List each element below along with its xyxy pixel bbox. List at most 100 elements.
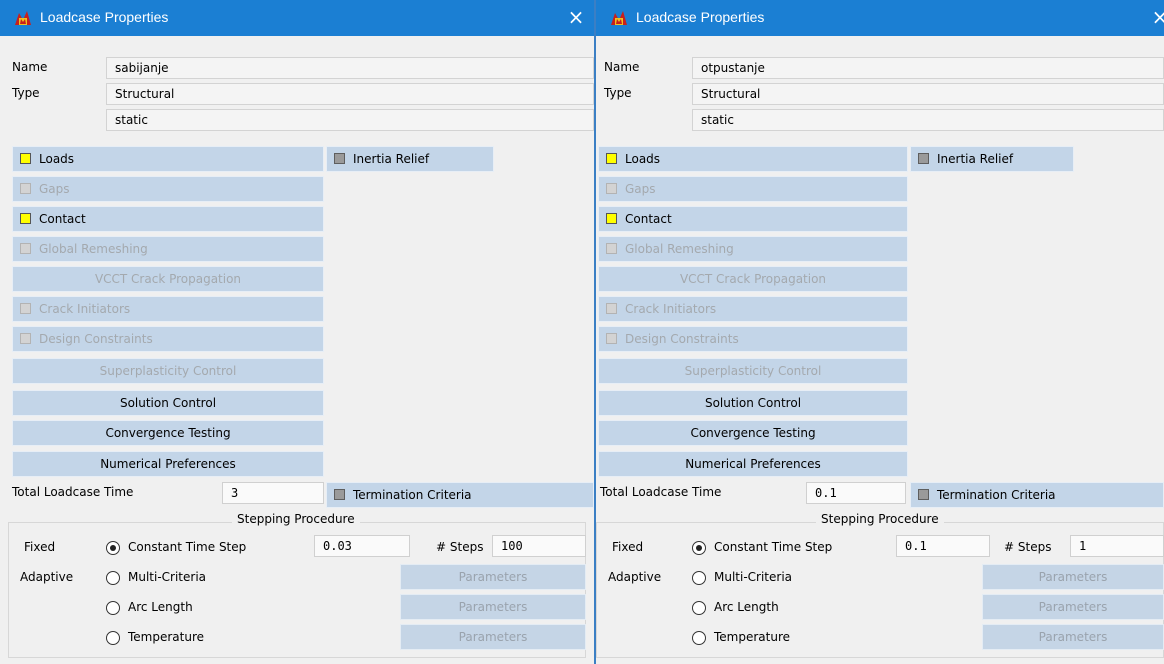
termination-criteria-label: Termination Criteria: [937, 488, 1056, 502]
inertia-relief-checkbox-icon: [334, 153, 345, 164]
vcct-crack-propagation-button[interactable]: VCCT Crack Propagation: [12, 266, 324, 292]
stepping-procedure-title: Stepping Procedure: [232, 512, 360, 526]
dialog-title: Loadcase Properties: [40, 9, 169, 25]
time-step-input[interactable]: 0.1: [896, 535, 990, 557]
total-loadcase-time-label: Total Loadcase Time: [600, 485, 722, 499]
name-field[interactable]: otpustanje: [692, 57, 1164, 79]
crack-initiators-label: Crack Initiators: [625, 302, 717, 316]
total-loadcase-time-input[interactable]: 0.1: [806, 482, 906, 504]
global-remeshing-checkbox-icon: [20, 243, 31, 254]
adaptive-label: Adaptive: [20, 570, 74, 584]
contact-checkbox-icon: [606, 213, 617, 224]
termination-criteria-checkbox-icon: [918, 489, 929, 500]
inertia-relief-label: Inertia Relief: [353, 152, 430, 166]
steps-label: # Steps: [436, 540, 484, 554]
inertia-relief-checkbox-icon: [918, 153, 929, 164]
multi-criteria-parameters-button[interactable]: Parameters: [400, 564, 586, 590]
global-remeshing-button[interactable]: Global Remeshing: [12, 236, 324, 262]
contact-checkbox-icon: [20, 213, 31, 224]
inertia-relief-button[interactable]: Inertia Relief: [326, 146, 494, 172]
contact-label: Contact: [625, 212, 672, 226]
design-constraints-label: Design Constraints: [625, 332, 739, 346]
contact-button[interactable]: Contact: [598, 206, 908, 232]
loadcase-properties-dialog-right: Loadcase Properties × Name otpustanje Ty…: [596, 0, 1164, 664]
design-constraints-button[interactable]: Design Constraints: [598, 326, 908, 352]
crack-initiators-checkbox-icon: [606, 303, 617, 314]
radio-icon: [692, 601, 706, 615]
vcct-crack-propagation-button[interactable]: VCCT Crack Propagation: [598, 266, 908, 292]
design-constraints-button[interactable]: Design Constraints: [12, 326, 324, 352]
convergence-testing-button[interactable]: Convergence Testing: [12, 420, 324, 446]
temperature-parameters-button[interactable]: Parameters: [400, 624, 586, 650]
inertia-relief-button[interactable]: Inertia Relief: [910, 146, 1074, 172]
fixed-label: Fixed: [24, 540, 56, 554]
gaps-label: Gaps: [39, 182, 70, 196]
contact-label: Contact: [39, 212, 86, 226]
gaps-checkbox-icon: [606, 183, 617, 194]
type-field[interactable]: Structural: [106, 83, 594, 105]
numerical-preferences-button[interactable]: Numerical Preferences: [12, 451, 324, 477]
global-remeshing-button[interactable]: Global Remeshing: [598, 236, 908, 262]
global-remeshing-label: Global Remeshing: [39, 242, 148, 256]
steps-input[interactable]: 100: [492, 535, 586, 557]
loads-label: Loads: [39, 152, 75, 166]
crack-initiators-checkbox-icon: [20, 303, 31, 314]
total-loadcase-time-input[interactable]: 3: [222, 482, 324, 504]
solution-control-button[interactable]: Solution Control: [12, 390, 324, 416]
solution-control-button[interactable]: Solution Control: [598, 390, 908, 416]
design-constraints-checkbox-icon: [606, 333, 617, 344]
radio-icon: [106, 631, 120, 645]
adaptive-label: Adaptive: [608, 570, 662, 584]
type-label: Type: [12, 86, 40, 100]
subtype-field[interactable]: static: [692, 109, 1164, 131]
radio-icon: [692, 571, 706, 585]
subtype-field[interactable]: static: [106, 109, 594, 131]
termination-criteria-button[interactable]: Termination Criteria: [910, 482, 1164, 508]
arc-length-parameters-button[interactable]: Parameters: [400, 594, 586, 620]
superplasticity-control-button[interactable]: Superplasticity Control: [12, 358, 324, 384]
termination-criteria-button[interactable]: Termination Criteria: [326, 482, 594, 508]
radio-selected-icon: [692, 541, 706, 555]
loads-button[interactable]: Loads: [12, 146, 324, 172]
crack-initiators-button[interactable]: Crack Initiators: [12, 296, 324, 322]
time-step-input[interactable]: 0.03: [314, 535, 410, 557]
superplasticity-control-button[interactable]: Superplasticity Control: [598, 358, 908, 384]
loads-button[interactable]: Loads: [598, 146, 908, 172]
name-label: Name: [12, 60, 48, 74]
loads-checkbox-icon: [20, 153, 31, 164]
close-icon[interactable]: ×: [1146, 4, 1164, 32]
design-constraints-label: Design Constraints: [39, 332, 153, 346]
stepping-procedure-title: Stepping Procedure: [816, 512, 944, 526]
contact-button[interactable]: Contact: [12, 206, 324, 232]
steps-input[interactable]: 1: [1070, 535, 1164, 557]
numerical-preferences-button[interactable]: Numerical Preferences: [598, 451, 908, 477]
radio-icon: [106, 571, 120, 585]
crack-initiators-button[interactable]: Crack Initiators: [598, 296, 908, 322]
convergence-testing-button[interactable]: Convergence Testing: [598, 420, 908, 446]
gaps-button[interactable]: Gaps: [12, 176, 324, 202]
gaps-label: Gaps: [625, 182, 656, 196]
global-remeshing-checkbox-icon: [606, 243, 617, 254]
close-icon[interactable]: ×: [562, 4, 590, 32]
design-constraints-checkbox-icon: [20, 333, 31, 344]
termination-criteria-checkbox-icon: [334, 489, 345, 500]
type-label: Type: [604, 86, 632, 100]
title-bar: Loadcase Properties ×: [596, 0, 1164, 36]
temperature-parameters-button[interactable]: Parameters: [982, 624, 1164, 650]
arc-length-parameters-button[interactable]: Parameters: [982, 594, 1164, 620]
marc-app-icon: [15, 11, 31, 25]
radio-selected-icon: [106, 541, 120, 555]
termination-criteria-label: Termination Criteria: [353, 488, 472, 502]
loads-label: Loads: [625, 152, 661, 166]
total-loadcase-time-label: Total Loadcase Time: [12, 485, 134, 499]
radio-icon: [106, 601, 120, 615]
gaps-button[interactable]: Gaps: [598, 176, 908, 202]
dialog-title: Loadcase Properties: [636, 9, 765, 25]
multi-criteria-parameters-button[interactable]: Parameters: [982, 564, 1164, 590]
name-field[interactable]: sabijanje: [106, 57, 594, 79]
crack-initiators-label: Crack Initiators: [39, 302, 131, 316]
title-bar: Loadcase Properties ×: [0, 0, 594, 36]
steps-label: # Steps: [1004, 540, 1052, 554]
type-field[interactable]: Structural: [692, 83, 1164, 105]
gaps-checkbox-icon: [20, 183, 31, 194]
